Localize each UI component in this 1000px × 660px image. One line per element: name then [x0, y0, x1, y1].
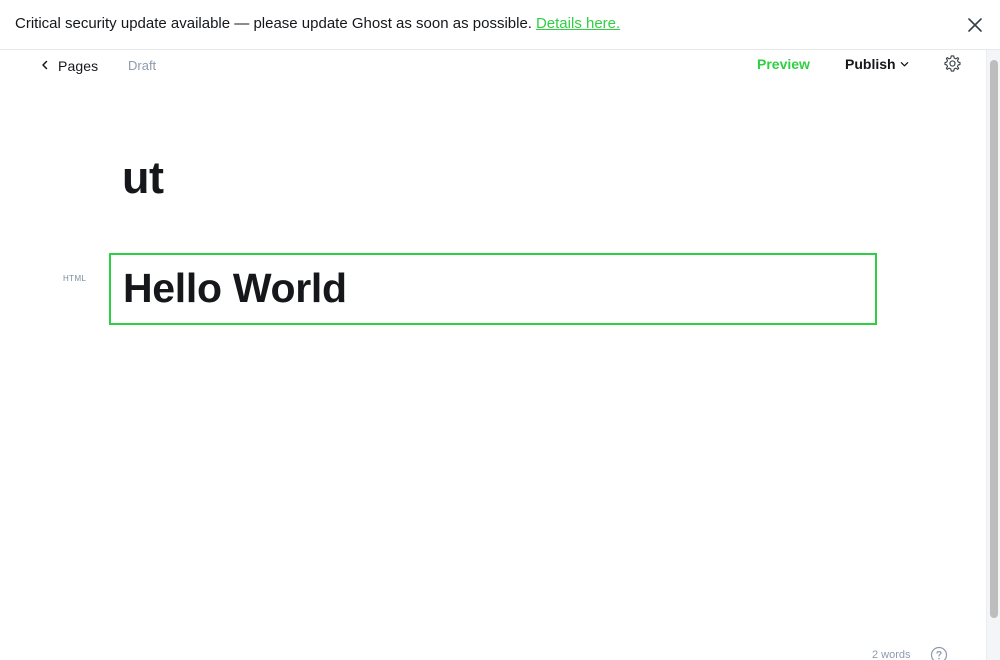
html-card[interactable]: Hello World: [109, 253, 877, 325]
html-card-type-label: HTML: [63, 274, 87, 283]
help-icon[interactable]: [930, 646, 948, 660]
preview-button[interactable]: Preview: [757, 56, 810, 72]
update-banner: Critical security update available — ple…: [0, 0, 1000, 50]
post-status: Draft: [128, 58, 157, 73]
chevron-left-icon: [40, 57, 50, 75]
close-icon[interactable]: [966, 16, 984, 34]
vertical-scrollbar[interactable]: [986, 50, 1000, 660]
banner-message: Critical security update available — ple…: [15, 15, 532, 32]
editor-canvas: Pages Draft Preview Publish ut HTML Hell…: [0, 50, 986, 660]
chevron-down-icon: [900, 56, 909, 72]
publish-button[interactable]: Publish: [845, 56, 909, 72]
back-link-label: Pages: [58, 58, 99, 74]
word-count: 2 words: [872, 649, 911, 660]
banner-details-link[interactable]: Details here.: [536, 15, 620, 32]
post-title[interactable]: ut: [122, 155, 164, 200]
banner-message-row: Critical security update available — ple…: [15, 15, 620, 32]
publish-label: Publish: [845, 56, 896, 72]
html-card-content: Hello World: [123, 265, 347, 311]
gear-icon[interactable]: [943, 54, 962, 73]
back-to-pages-link[interactable]: Pages: [40, 57, 98, 75]
scrollbar-thumb[interactable]: [990, 60, 998, 618]
